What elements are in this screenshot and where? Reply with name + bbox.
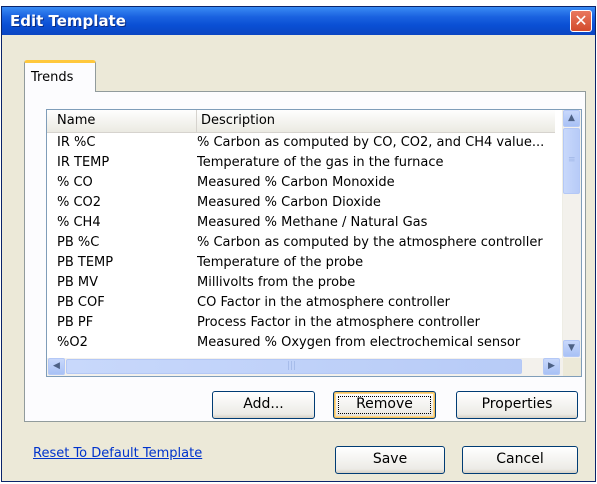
- list-row[interactable]: % CO Measured % Carbon Monoxide: [47, 173, 555, 193]
- scroll-down-icon[interactable]: ▼: [563, 340, 580, 357]
- row-name: PB COF: [57, 295, 105, 310]
- list-row[interactable]: IR TEMP Temperature of the gas in the fur…: [47, 153, 555, 173]
- properties-button[interactable]: Properties: [456, 391, 578, 419]
- close-icon[interactable]: ✕: [570, 10, 592, 32]
- row-description: % Carbon as computed by CO, CO2, and CH4…: [197, 135, 545, 150]
- list-row[interactable]: % CH4 Measured % Methane / Natural Gas: [47, 213, 555, 233]
- list-row[interactable]: %O2 Measured % Oxygen from electrochemica…: [47, 333, 555, 353]
- row-name: IR TEMP: [57, 155, 110, 170]
- list-rows: IR %C % Carbon as computed by CO, CO2, an…: [47, 133, 555, 353]
- row-name: PB TEMP: [57, 255, 114, 270]
- row-description: Temperature of the gas in the furnace: [197, 155, 444, 170]
- list-row[interactable]: PB COF CO Factor in the atmosphere contro…: [47, 293, 555, 313]
- scroll-up-icon[interactable]: ▲: [563, 110, 580, 127]
- list-row[interactable]: PB TEMP Temperature of the probe: [47, 253, 555, 273]
- row-name: %O2: [57, 335, 88, 350]
- tab-trends[interactable]: Trends: [24, 60, 96, 92]
- list-row[interactable]: PB %C % Carbon as computed by the atmosph…: [47, 233, 555, 253]
- row-description: CO Factor in the atmosphere controller: [197, 295, 450, 310]
- add-button[interactable]: Add...: [212, 391, 315, 419]
- row-name: % CH4: [57, 215, 101, 230]
- cancel-button[interactable]: Cancel: [462, 446, 578, 474]
- row-description: Measured % Carbon Monoxide: [197, 175, 395, 190]
- row-name: % CO2: [57, 195, 102, 210]
- focus-indicator: [338, 396, 431, 414]
- row-description: Millivolts from the probe: [197, 275, 356, 290]
- list-header: Name Description: [47, 110, 555, 133]
- row-name: PB MV: [57, 275, 98, 290]
- row-description: Measured % Oxygen from electrochemical s…: [197, 335, 521, 350]
- tab-trends-label: Trends: [31, 70, 74, 85]
- vertical-scrollbar[interactable]: ▲ ≡ ▼: [562, 110, 581, 358]
- row-description: Temperature of the probe: [197, 255, 364, 270]
- save-button[interactable]: Save: [335, 446, 445, 474]
- list-row[interactable]: PB MV Millivolts from the probe: [47, 273, 555, 293]
- trends-list[interactable]: Name Description IR %C % Carbon as comput…: [46, 109, 582, 377]
- row-name: PB PF: [57, 315, 94, 330]
- dialog-title: Edit Template: [10, 12, 126, 30]
- vertical-scroll-thumb[interactable]: ≡: [563, 128, 580, 194]
- reset-to-default-link[interactable]: Reset To Default Template: [33, 446, 202, 461]
- row-name: IR %C: [57, 135, 96, 150]
- scroll-corner: [563, 358, 581, 376]
- list-row[interactable]: IR %C % Carbon as computed by CO, CO2, an…: [47, 133, 555, 153]
- column-header-description[interactable]: Description: [197, 110, 555, 132]
- row-description: % Carbon as computed by the atmosphere c…: [197, 235, 543, 250]
- horizontal-scroll-thumb[interactable]: |||: [66, 359, 522, 374]
- list-row[interactable]: % CO2 Measured % Carbon Dioxide: [47, 193, 555, 213]
- row-description: Measured % Methane / Natural Gas: [197, 215, 428, 230]
- scroll-right-icon[interactable]: ▶: [543, 358, 560, 375]
- horizontal-scrollbar[interactable]: ◀ ||| ▶: [47, 358, 563, 376]
- row-description: Process Factor in the atmosphere control…: [197, 315, 480, 330]
- list-row[interactable]: PB PF Process Factor in the atmosphere co…: [47, 313, 555, 333]
- remove-button[interactable]: Remove: [333, 391, 436, 419]
- row-description: Measured % Carbon Dioxide: [197, 195, 381, 210]
- row-name: % CO: [57, 175, 93, 190]
- scroll-left-icon[interactable]: ◀: [48, 358, 65, 375]
- title-bar[interactable]: Edit Template ✕: [2, 7, 595, 35]
- column-header-name[interactable]: Name: [47, 110, 197, 132]
- row-name: PB %C: [57, 235, 100, 250]
